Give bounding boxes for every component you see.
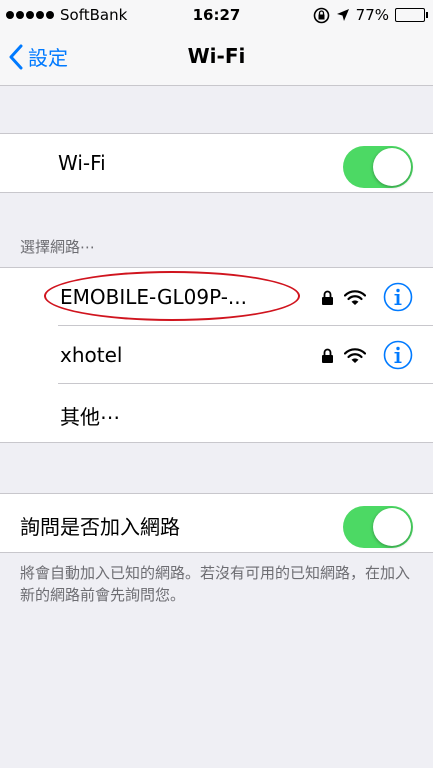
wifi-toggle-label: Wi-Fi xyxy=(58,151,106,175)
battery-percent: 77% xyxy=(355,6,389,24)
wifi-toggle-group: Wi-Fi xyxy=(0,133,433,193)
page-title: Wi-Fi xyxy=(187,44,246,68)
ask-join-toggle-switch[interactable] xyxy=(343,506,413,548)
status-right: 77% xyxy=(313,6,428,24)
wifi-signal-icon xyxy=(344,290,366,305)
lock-icon xyxy=(322,348,333,363)
status-bar: SoftBank 16:27 77% xyxy=(0,0,433,30)
other-network-label: 其他⋯ xyxy=(60,405,120,429)
wifi-signal-icon xyxy=(344,348,366,363)
ask-join-label: 詢問是否加入網路 xyxy=(20,515,180,539)
navigation-bar: 設定 Wi-Fi xyxy=(0,30,433,86)
network-row-emobile[interactable]: EMOBILE-GL09P-... xyxy=(0,268,433,326)
network-name: xhotel xyxy=(60,343,123,367)
ask-join-row: 詢問是否加入網路 xyxy=(0,494,433,552)
ask-join-group: 詢問是否加入網路 xyxy=(0,493,433,553)
network-name: EMOBILE-GL09P-... xyxy=(60,285,247,309)
lock-icon xyxy=(322,290,333,305)
network-row-other[interactable]: 其他⋯ xyxy=(0,384,433,442)
location-arrow-icon xyxy=(336,9,349,21)
network-row-xhotel[interactable]: xhotel xyxy=(0,326,433,384)
rotation-lock-icon xyxy=(313,7,329,23)
wifi-toggle-switch[interactable] xyxy=(343,146,413,188)
network-list: EMOBILE-GL09P-... xhotel 其他⋯ xyxy=(0,267,433,443)
info-button-icon[interactable] xyxy=(383,282,413,312)
ask-join-footer-text: 將會自動加入已知的網路。若沒有可用的已知網路，在加入新的網路前會先詢問您。 xyxy=(20,564,411,604)
battery-icon xyxy=(395,8,428,22)
info-button-icon[interactable] xyxy=(383,340,413,370)
wifi-toggle-row: Wi-Fi xyxy=(0,134,433,192)
choose-network-header: 選擇網路⋯ xyxy=(20,238,96,256)
